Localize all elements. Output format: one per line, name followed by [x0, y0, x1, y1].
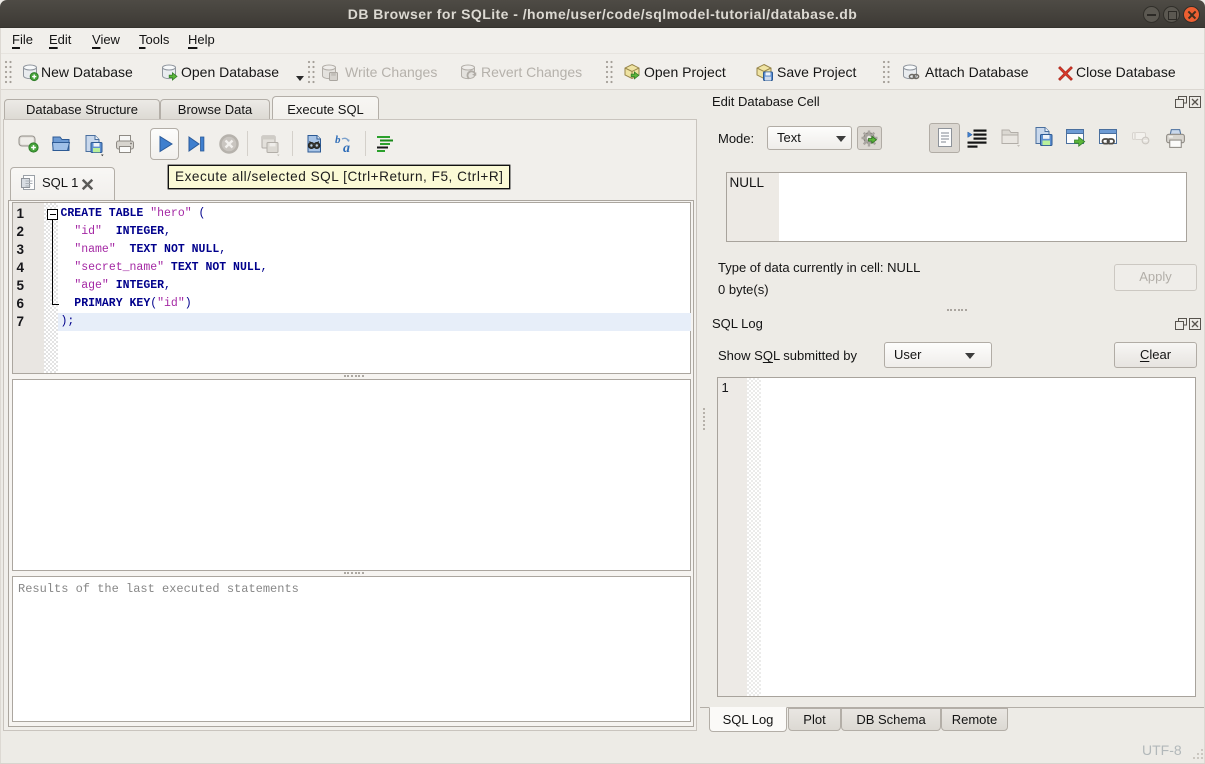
- svg-text:a: a: [343, 141, 350, 155]
- svg-text:b: b: [335, 134, 341, 146]
